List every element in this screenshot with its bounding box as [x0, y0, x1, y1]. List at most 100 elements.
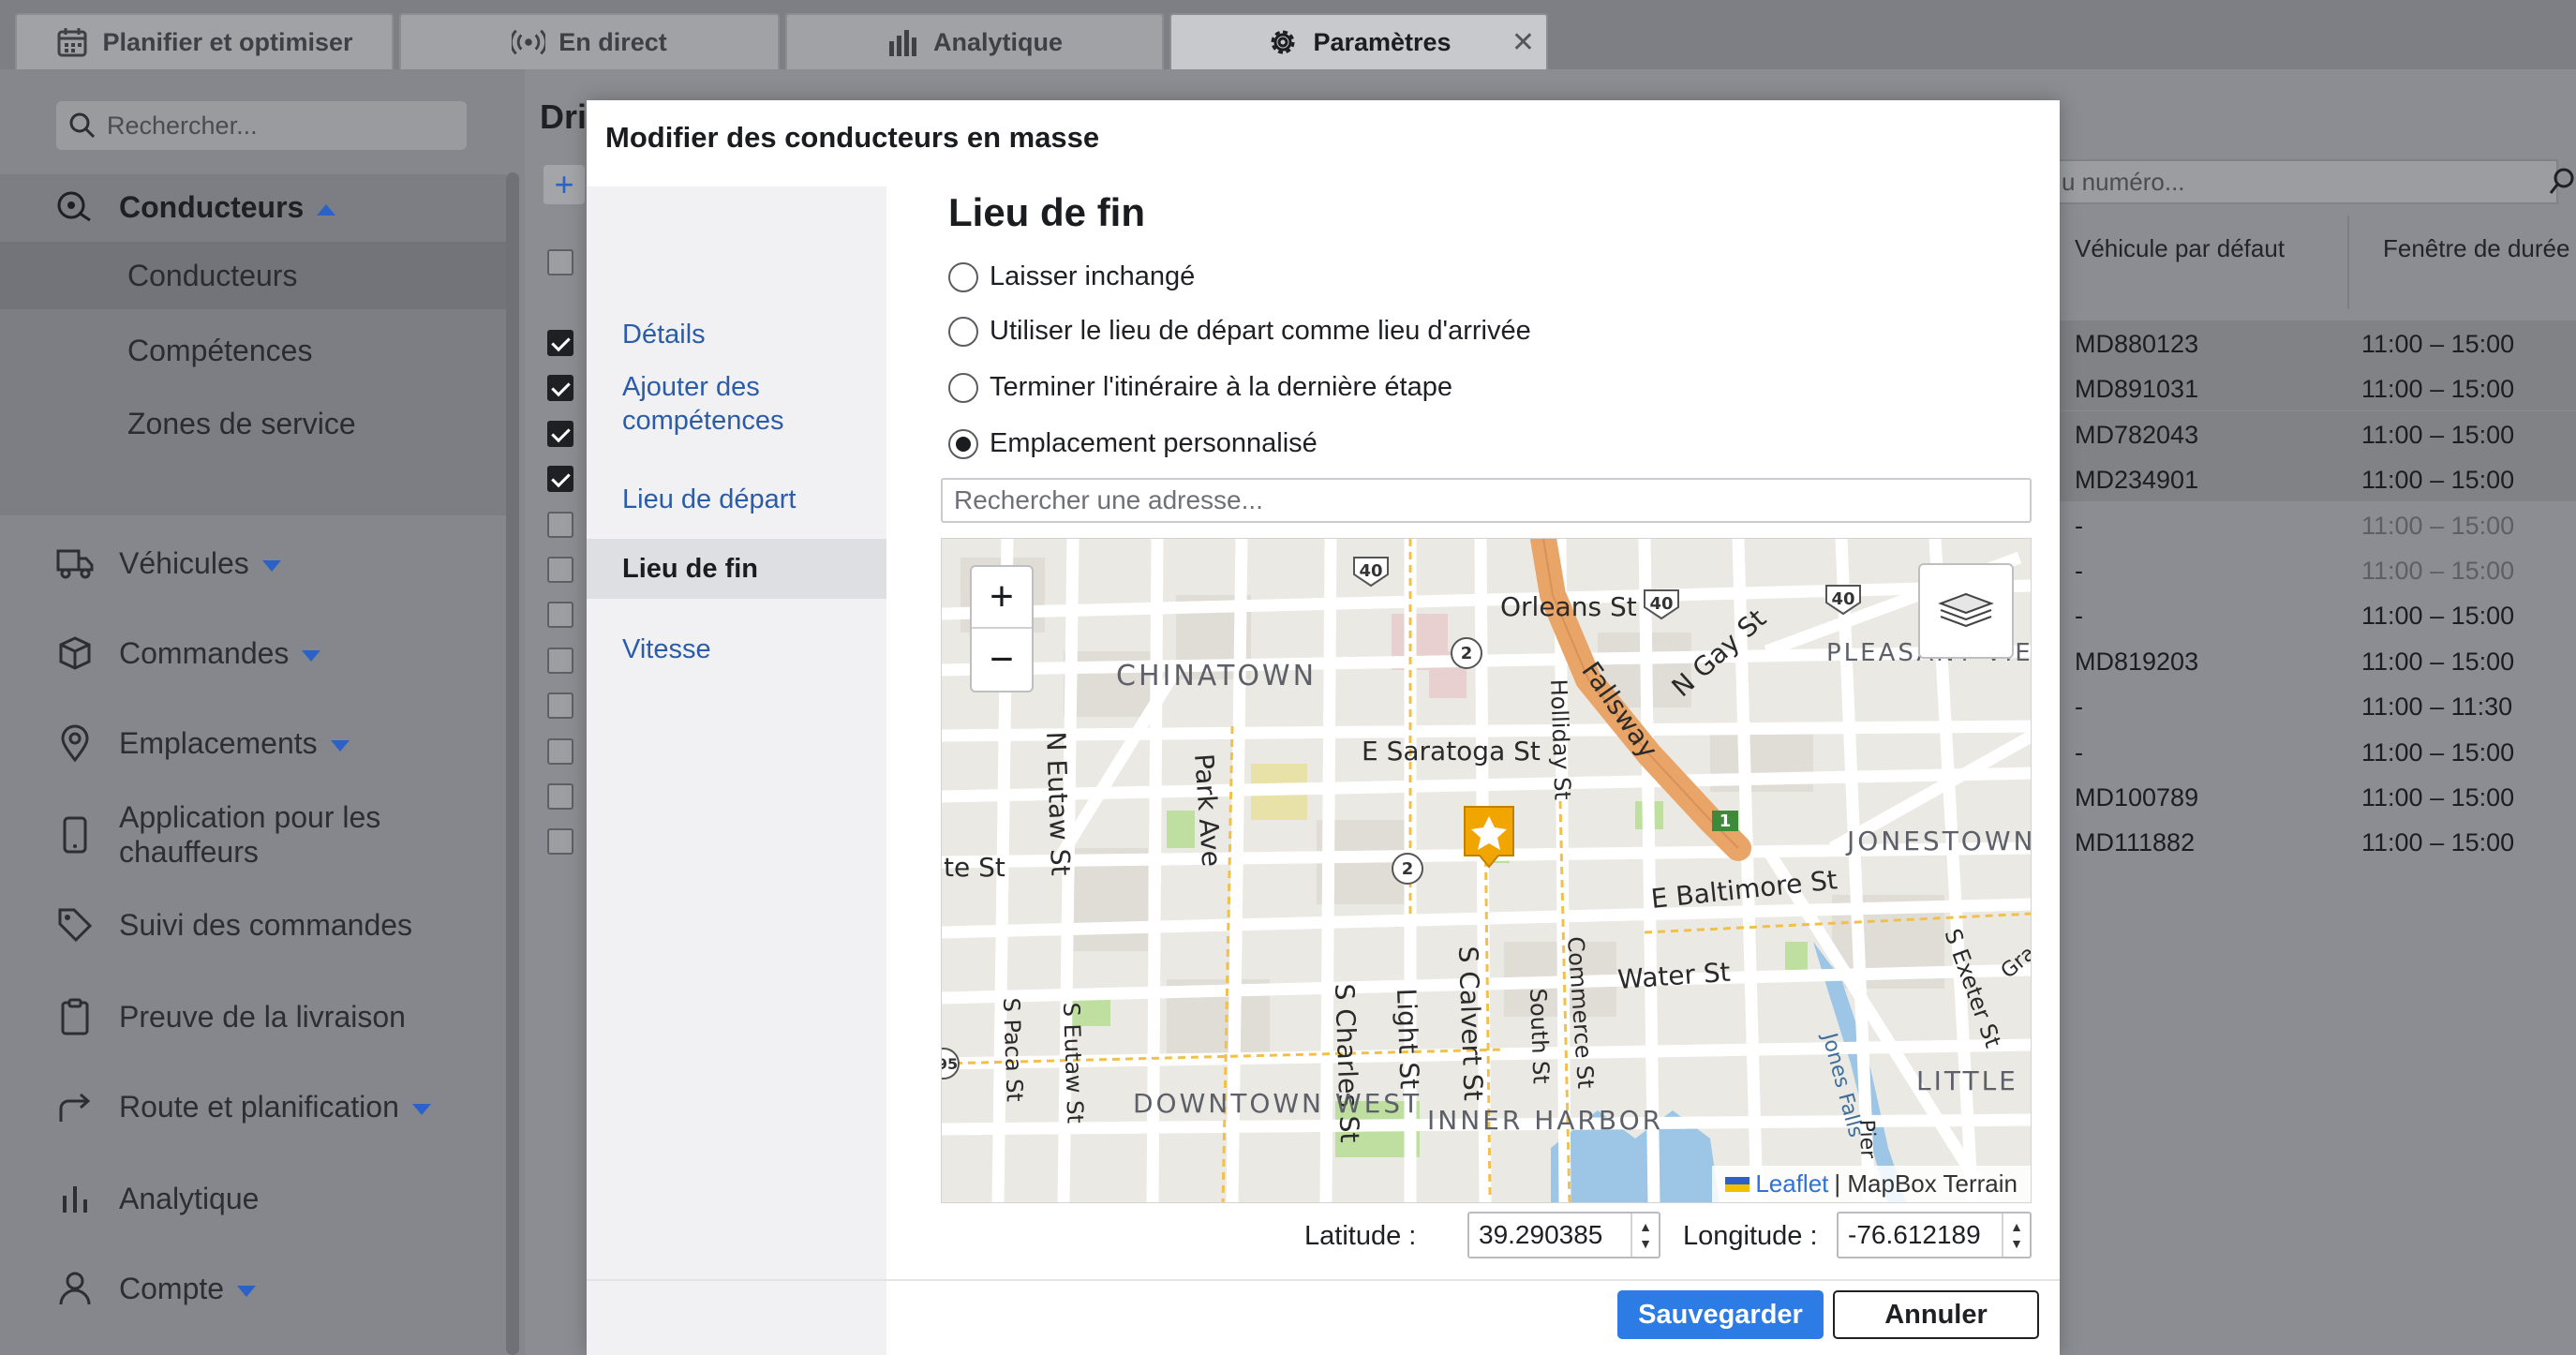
sidebar-subitem-zones[interactable]: Zones de service — [0, 390, 506, 457]
row-checkbox[interactable] — [547, 602, 573, 628]
option-start-as-end[interactable]: Utiliser le lieu de départ comme lieu d'… — [948, 316, 1531, 347]
radio-button[interactable] — [948, 372, 978, 403]
layers-button[interactable] — [1918, 563, 2014, 659]
row-checkbox[interactable] — [547, 557, 573, 583]
sidebar-item-vehicules[interactable]: Véhicules — [0, 530, 506, 596]
chevron-up-icon[interactable]: ▲ — [2010, 1218, 2023, 1235]
option-custom[interactable]: Emplacement personnalisé — [948, 428, 1318, 459]
nav-competences[interactable]: Ajouter des compétences — [587, 370, 830, 438]
row-checkbox[interactable] — [547, 828, 573, 855]
search-icon[interactable] — [2549, 165, 2575, 201]
sidebar-item-label: Commandes — [119, 635, 290, 670]
longitude-label: Longitude : — [1683, 1221, 1818, 1251]
sidebar-search[interactable]: Rechercher... — [56, 101, 467, 150]
sidebar-item-analytique[interactable]: Analytique — [0, 1166, 506, 1231]
sidebar-item-emplacements[interactable]: Emplacements — [0, 710, 506, 776]
tab-en-direct[interactable]: En direct — [399, 13, 780, 69]
chevron-down-icon — [302, 649, 321, 662]
sidebar-subitem-competences[interactable]: Compétences — [0, 317, 506, 384]
table-row[interactable]: - 11:00 – 15:00 — [2052, 547, 2576, 592]
row-checkbox[interactable] — [547, 512, 573, 538]
location-pin-icon — [54, 722, 96, 764]
cancel-button[interactable]: Annuler — [1833, 1290, 2039, 1339]
table-row[interactable]: - 11:00 – 15:00 — [2052, 729, 2576, 774]
sidebar-scrollbar[interactable] — [506, 172, 519, 1355]
row-checkbox[interactable] — [547, 738, 573, 765]
row-checkbox[interactable] — [547, 330, 573, 356]
sidebar-item-compte[interactable]: Compte — [0, 1256, 506, 1321]
table-row[interactable]: MD100789 11:00 – 15:00 — [2052, 774, 2576, 819]
window-cell: 11:00 – 15:00 — [2361, 648, 2515, 676]
table-row[interactable]: - 11:00 – 11:30 — [2052, 683, 2576, 728]
sidebar-item-application[interactable]: Application pour les chauffeurs — [0, 800, 506, 869]
zoom-in-button[interactable]: + — [972, 567, 1032, 629]
table-row[interactable]: - 11:00 – 15:00 — [2052, 592, 2576, 637]
sidebar-item-suivi[interactable]: Suivi des commandes — [0, 892, 506, 958]
tab-label: En direct — [558, 27, 667, 56]
table-row[interactable]: MD819203 11:00 – 15:00 — [2052, 638, 2576, 683]
table-search-input[interactable]: u numéro... — [2052, 159, 2558, 204]
row-checkbox[interactable] — [547, 466, 573, 492]
select-all-checkbox[interactable] — [547, 249, 573, 275]
nav-vitesse[interactable]: Vitesse — [587, 633, 886, 666]
table-row[interactable]: MD880123 11:00 – 15:00 — [2052, 320, 2576, 365]
option-last-stop[interactable]: Terminer l'itinéraire à la dernière étap… — [948, 372, 1452, 403]
chevron-up-icon[interactable]: ▲ — [1639, 1218, 1652, 1235]
nav-lieu-fin[interactable]: Lieu de fin — [587, 539, 886, 599]
vehicle-cell: MD782043 — [2075, 421, 2199, 449]
table-row[interactable]: MD782043 11:00 – 15:00 — [2052, 411, 2576, 456]
table-row[interactable]: MD891031 11:00 – 15:00 — [2052, 365, 2576, 410]
radio-button-selected[interactable] — [948, 428, 978, 459]
tab-parametres[interactable]: Paramètres ✕ — [1169, 13, 1548, 69]
row-checkbox[interactable] — [547, 648, 573, 674]
route-shield-label: 2 — [1402, 859, 1414, 879]
latitude-stepper[interactable]: ▲ ▼ — [1630, 1214, 1659, 1257]
tab-analytique[interactable]: Analytique — [785, 13, 1164, 69]
option-unchanged[interactable]: Laisser inchangé — [948, 261, 1195, 292]
sidebar-item-preuve[interactable]: Preuve de la livraison — [0, 984, 506, 1050]
add-driver-button[interactable]: + — [543, 165, 585, 204]
address-search-input[interactable]: Rechercher une adresse... — [941, 478, 2032, 523]
table-row[interactable]: MD234901 11:00 – 15:00 — [2052, 456, 2576, 501]
street-label: S Calvert St — [1452, 946, 1489, 1101]
longitude-stepper[interactable]: ▲ ▼ — [2002, 1214, 2030, 1257]
map-canvas[interactable]: Orleans St E Saratoga St E Baltimore St … — [942, 539, 2032, 1203]
close-tab-icon[interactable]: ✕ — [1511, 26, 1535, 59]
leaflet-link[interactable]: Leaflet — [1755, 1169, 1828, 1199]
row-checkbox[interactable] — [547, 783, 573, 810]
nav-lieu-depart[interactable]: Lieu de départ — [587, 483, 886, 516]
sidebar-item-route[interactable]: Route et planification — [0, 1074, 506, 1139]
vehicle-cell: MD880123 — [2075, 330, 2199, 358]
tab-label: Analytique — [932, 27, 1064, 56]
row-checkbox[interactable] — [547, 375, 573, 401]
tab-label: Paramètres — [1313, 27, 1452, 56]
radio-button[interactable] — [948, 261, 978, 292]
option-label: Laisser inchangé — [990, 261, 1196, 291]
chevron-down-icon[interactable]: ▼ — [1639, 1235, 1652, 1252]
sidebar-item-commandes[interactable]: Commandes — [0, 620, 506, 686]
sidebar-item-conducteurs[interactable]: Conducteurs — [0, 174, 506, 240]
option-label: Utiliser le lieu de départ comme lieu d'… — [990, 316, 1531, 346]
latitude-input[interactable]: 39.290385 ▲ ▼ — [1467, 1212, 1660, 1258]
table-row[interactable]: - 11:00 – 15:00 — [2052, 502, 2576, 547]
sidebar-subitem-conducteurs[interactable]: Conducteurs — [0, 242, 506, 309]
row-checkbox[interactable] — [547, 692, 573, 719]
tab-planifier[interactable]: Planifier et optimiser — [15, 13, 394, 69]
table-row[interactable]: MD111882 11:00 – 15:00 — [2052, 819, 2576, 864]
window-cell: 11:00 – 15:00 — [2361, 421, 2515, 449]
route-shield-label: 40 — [1831, 589, 1854, 609]
map[interactable]: Orleans St E Saratoga St E Baltimore St … — [941, 538, 2032, 1203]
longitude-input[interactable]: -76.612189 ▲ ▼ — [1837, 1212, 2032, 1258]
route-shield-label: 40 — [1359, 561, 1382, 581]
vehicle-cell: MD100789 — [2075, 783, 2199, 812]
column-header-window[interactable]: Fenêtre de durée — [2383, 234, 2569, 263]
row-checkbox[interactable] — [547, 421, 573, 447]
vehicle-cell: - — [2075, 602, 2083, 630]
route-shield-label: 2 — [1461, 644, 1473, 663]
radio-button[interactable] — [948, 316, 978, 347]
save-button[interactable]: Sauvegarder — [1617, 1290, 1824, 1339]
nav-details[interactable]: Détails — [587, 318, 886, 351]
column-header-vehicle[interactable]: Véhicule par défaut — [2075, 234, 2285, 263]
chevron-down-icon[interactable]: ▼ — [2010, 1235, 2023, 1252]
zoom-out-button[interactable]: − — [972, 629, 1032, 691]
